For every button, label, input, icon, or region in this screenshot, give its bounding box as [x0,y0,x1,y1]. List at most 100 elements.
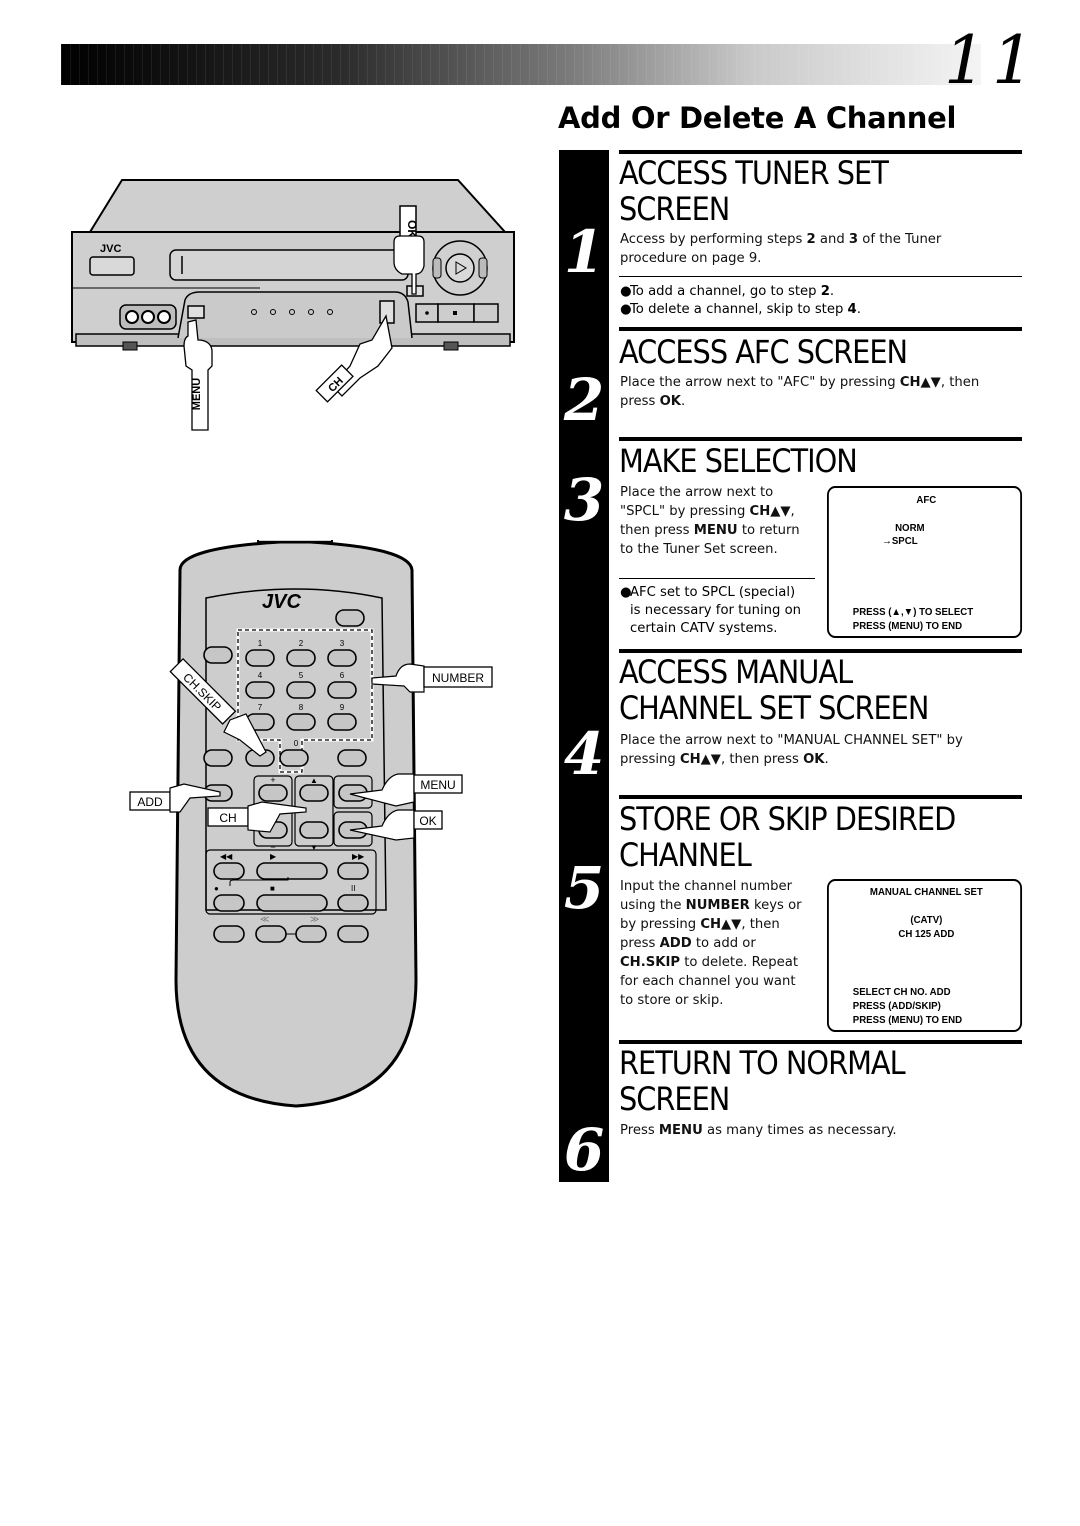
skip-forward-key[interactable] [295,925,327,943]
play-key[interactable] [256,862,328,880]
number-key-label: 7 [258,703,263,712]
plus-label: + [270,775,275,785]
header-band [61,44,981,85]
step-2-rule [619,327,1022,331]
step-3-body: Place the arrow next to "SPCL" by pressi… [620,485,800,557]
number-key-label: 4 [258,671,263,680]
pause-key[interactable] [337,894,369,912]
heading-line: CHANNEL [619,836,752,874]
osd-title: AFC [916,494,937,506]
record-icon: ● [214,884,219,893]
vcr-brand-logo: JVC [100,243,121,255]
number-key-label: 8 [299,703,304,712]
cassette-slot [169,249,409,281]
heading-line: RETURN TO NORMAL [619,1044,906,1082]
remote-key[interactable] [203,646,233,664]
remote-key[interactable] [213,925,245,943]
step-1-body: Access by performing steps 2 and 3 of th… [620,232,942,266]
number-key-4[interactable] [245,681,275,699]
section-title: Add Or Delete A Channel [558,101,957,135]
number-key-8[interactable] [286,713,316,731]
av-jack-video [125,310,139,324]
ok-callout-label: OK [419,814,436,828]
remote-power-button[interactable] [335,609,365,627]
osd-footer-end: PRESS (MENU) TO END [852,620,963,632]
step-1-divider [619,276,1022,277]
menu-callout-label: MENU [420,778,455,792]
remote-key[interactable] [337,749,367,767]
vcr-illustration: JVC OK MENU CH [60,170,530,440]
vcr-pause-button[interactable] [473,303,499,323]
vcr-play-button[interactable] [445,253,475,283]
tracking-plus-key[interactable] [258,784,288,802]
ch-down-key[interactable] [299,821,329,839]
heading-line: ACCESS MANUAL [619,653,853,691]
number-key-6[interactable] [327,681,357,699]
skip-back-key[interactable] [255,925,287,943]
heading-line: STORE OR SKIP DESIRED [619,800,956,838]
step-2-body: Place the arrow next to "AFC" by pressin… [620,375,980,409]
step-3-note: ●AFC set to SPCL (special) is necessary … [620,585,802,636]
play-icon: ▶ [270,852,277,861]
stop-icon [453,311,457,315]
vcr-menu-button[interactable] [187,305,205,319]
number-key-2[interactable] [286,649,316,667]
number-key-9[interactable] [327,713,357,731]
page-number: 11 [944,22,1040,99]
number-key-3[interactable] [327,649,357,667]
add-callout-label: ADD [137,795,163,809]
osd-option-norm: NORM [895,522,925,534]
rewind-key[interactable] [213,862,245,880]
osd-channel: CH 125 ADD [898,928,955,940]
step-2-heading: ACCESS AFC SCREEN [619,333,908,371]
fast-forward-key[interactable] [337,862,369,880]
selection-arrow-icon: → [882,535,892,547]
number-key-label: 1 [258,639,263,648]
step-number-bar [559,150,609,1182]
pause-icon: II [351,884,355,893]
vcr-display-window [89,256,135,276]
ch-callout-label: CH [219,811,236,825]
skip-forward-icon: ≫ [310,914,319,924]
number-key-label: 0 [294,739,299,748]
step-number-2: 2 [563,366,605,434]
step-1-heading: ACCESS TUNER SET SCREEN [619,155,1039,227]
step-6-body: Press MENU as many times as necessary. [620,1123,897,1138]
remote-key[interactable] [203,749,233,767]
skip-back-icon: ≪ [260,914,269,924]
number-key-label: 2 [299,639,304,648]
step-5-rule [619,795,1022,799]
step-number-1: 1 [563,218,605,286]
step-4-body: Place the arrow next to "MANUAL CHANNEL … [620,733,963,767]
number-key-0[interactable] [279,749,309,767]
record-icon [425,311,429,315]
manual-channel-osd-screen: MANUAL CHANNEL SET (CATV) CH 125 ADD SEL… [827,879,1023,1032]
osd-footer-select: PRESS (▲,▼) TO SELECT [852,606,974,618]
number-key-1[interactable] [245,649,275,667]
menu-callout-label: MENU [191,378,203,410]
step-3-rule [619,437,1022,441]
heading-line: CHANNEL SET SCREEN [619,689,929,727]
heading-line: ACCESS TUNER SET [619,154,889,192]
number-key-5[interactable] [286,681,316,699]
number-key-label: 5 [299,671,304,680]
stop-key[interactable] [256,894,328,912]
record-key[interactable] [213,894,245,912]
down-arrow-icon: ▼ [310,843,318,852]
step-number-4: 4 [563,720,605,788]
step-3-divider [619,578,815,579]
heading-line: SCREEN [619,190,730,228]
remote-illustration: JVC 1234567890 + − ▲ ▼ ◀◀ ▶ ▶▶ ● ■ II ≪ … [120,533,520,1150]
vcr-top-panel [88,179,508,233]
step-4-heading: ACCESS MANUAL CHANNEL SET SCREEN [619,654,1039,726]
osd-mode: (CATV) [910,914,943,926]
number-callout-label: NUMBER [432,671,484,685]
remote-brand-logo: JVC [262,591,301,613]
number-key-label: 3 [340,639,345,648]
vcr-drawing: JVC OK MENU CH [71,179,515,431]
fast-forward-icon: ▶▶ [352,852,365,861]
remote-key[interactable] [337,925,369,943]
osd-footer-select: SELECT CH NO. ADD [852,986,951,998]
ch-up-key[interactable] [299,784,329,802]
heading-line: SCREEN [619,1080,730,1118]
